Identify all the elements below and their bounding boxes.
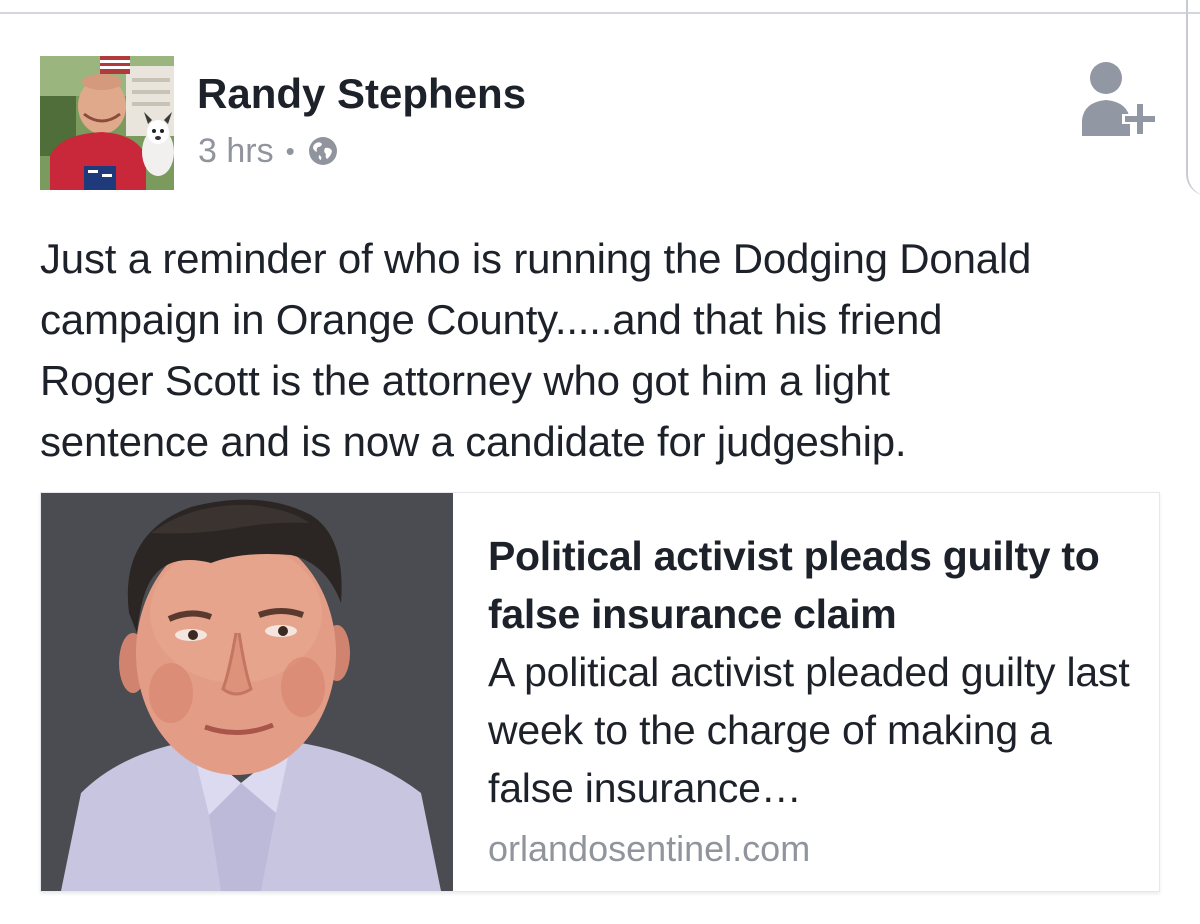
- post-meta: 3 hrs •: [198, 128, 339, 174]
- author-avatar[interactable]: [40, 56, 174, 190]
- add-friend-icon[interactable]: [1080, 58, 1162, 148]
- link-preview-description: A political activist pleaded guilty last…: [488, 649, 1130, 811]
- globe-icon[interactable]: [307, 135, 339, 167]
- post-text: Just a reminder of who is running the Do…: [40, 235, 1032, 465]
- post-timestamp[interactable]: 3 hrs: [198, 132, 274, 171]
- author-name-link[interactable]: Randy Stephens: [197, 68, 526, 120]
- link-preview-card[interactable]: Political activist pleads guilty to fals…: [40, 492, 1160, 892]
- top-divider: [0, 0, 1200, 14]
- adjacent-card-edge: [1186, 0, 1200, 196]
- link-preview-image: [41, 493, 453, 891]
- avatar-photo: [40, 56, 174, 190]
- link-preview-title[interactable]: Political activist pleads guilty to fals…: [488, 527, 1148, 643]
- mugshot-photo: [41, 493, 453, 891]
- meta-separator: •: [285, 135, 295, 166]
- link-preview-domain: orlandosentinel.com: [488, 828, 811, 869]
